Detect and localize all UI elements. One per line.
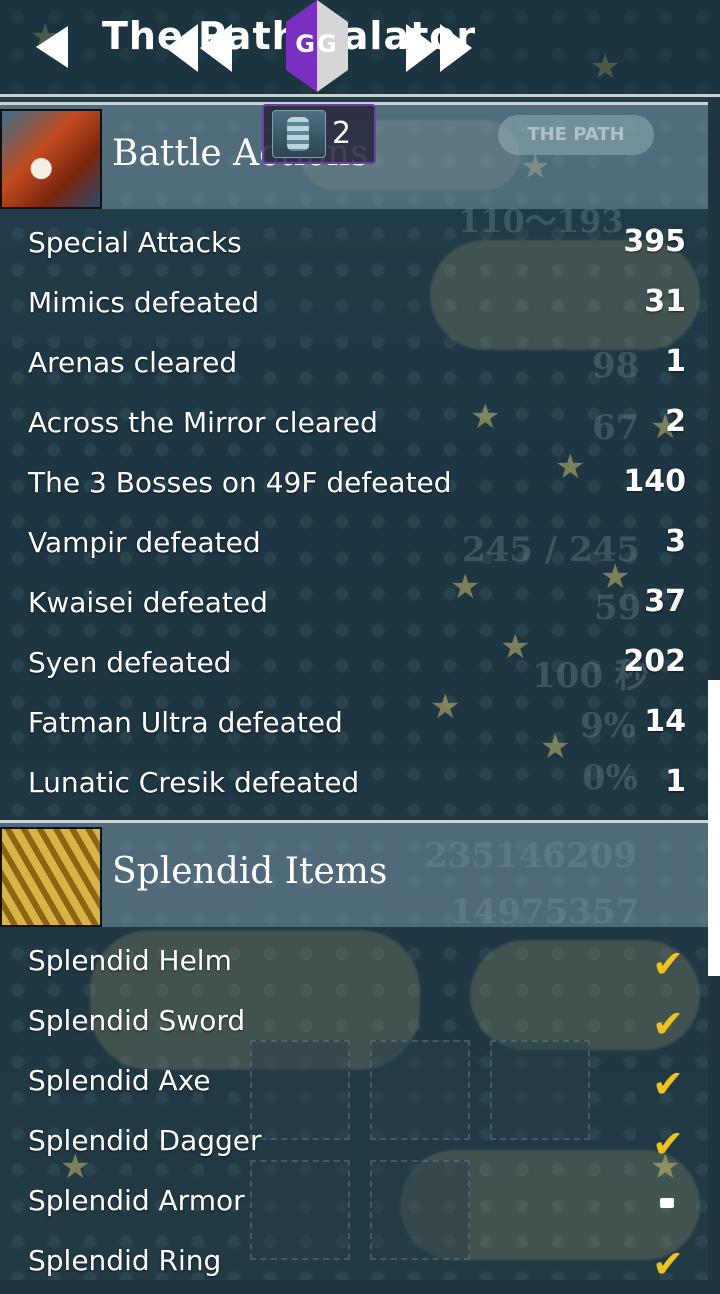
item-row: Splendid Axe ✔ bbox=[0, 1054, 708, 1114]
stat-label: Fatman Ultra defeated bbox=[28, 706, 343, 739]
stat-label: Syen defeated bbox=[28, 646, 232, 679]
item-label: Splendid Sword bbox=[28, 1004, 246, 1037]
stat-row: Across the Mirror cleared 2 bbox=[0, 396, 708, 456]
checkmark-icon: ✔ bbox=[652, 1242, 684, 1286]
stat-row: Lunatic Cresik defeated 1 bbox=[0, 756, 708, 816]
stat-label: Arenas cleared bbox=[28, 346, 238, 379]
stat-row: Fatman Ultra defeated 14 bbox=[0, 696, 708, 756]
item-label: Splendid Dagger bbox=[28, 1124, 262, 1157]
item-label: Splendid Armor bbox=[28, 1184, 245, 1217]
stat-value: 1 bbox=[665, 344, 686, 379]
stat-value: 140 bbox=[623, 464, 686, 499]
stat-row: Special Attacks 395 bbox=[0, 216, 708, 276]
stat-value: 1 bbox=[665, 764, 686, 799]
item-label: Splendid Ring bbox=[28, 1244, 222, 1277]
counter-value: 2 bbox=[332, 116, 352, 151]
stat-label: Special Attacks bbox=[28, 226, 242, 259]
overlay-counter[interactable]: 2 bbox=[262, 104, 376, 164]
double-right-arrow-icon bbox=[406, 24, 472, 72]
not-obtained-icon bbox=[660, 1198, 674, 1208]
checkmark-icon: ✔ bbox=[652, 1002, 684, 1046]
checkmark-icon: ✔ bbox=[652, 942, 684, 986]
stat-label: Lunatic Cresik defeated bbox=[28, 766, 360, 799]
battle-actions-icon bbox=[0, 109, 102, 209]
splendid-items-icon bbox=[0, 827, 102, 927]
the-path-badge: THE PATH bbox=[498, 115, 654, 155]
stat-value: 3 bbox=[665, 524, 686, 559]
stat-value: 14 bbox=[644, 704, 686, 739]
checkmark-icon: ✔ bbox=[652, 1122, 684, 1166]
item-row: Splendid Dagger ✔ bbox=[0, 1114, 708, 1174]
back-arrow-icon bbox=[36, 26, 68, 68]
stat-value: 2 bbox=[665, 404, 686, 439]
app-thumbnail-icon bbox=[272, 110, 326, 158]
section-header-splendid-items: Splendid Items bbox=[0, 820, 708, 927]
item-row: Splendid Armor bbox=[0, 1174, 708, 1234]
scrollbar-thumb[interactable] bbox=[708, 680, 720, 976]
stat-label: Across the Mirror cleared bbox=[28, 406, 378, 439]
stat-row: Mimics defeated 31 bbox=[0, 276, 708, 336]
section-title: Splendid Items bbox=[112, 851, 388, 892]
item-row: Splendid Ring ✔ bbox=[0, 1234, 708, 1294]
previous-button[interactable] bbox=[164, 22, 238, 74]
scrollbar[interactable] bbox=[708, 98, 720, 1280]
item-row: Splendid Sword ✔ bbox=[0, 994, 708, 1054]
stat-row: Vampir defeated 3 bbox=[0, 516, 708, 576]
checkmark-icon: ✔ bbox=[652, 1062, 684, 1106]
stat-row: Kwaisei defeated 37 bbox=[0, 576, 708, 636]
stat-label: Vampir defeated bbox=[28, 526, 261, 559]
next-button[interactable] bbox=[400, 22, 474, 74]
stat-row: Arenas cleared 1 bbox=[0, 336, 708, 396]
item-label: Splendid Axe bbox=[28, 1064, 211, 1097]
stat-row: The 3 Bosses on 49F defeated 140 bbox=[0, 456, 708, 516]
stat-value: 395 bbox=[623, 224, 686, 259]
double-left-arrow-icon bbox=[166, 24, 232, 72]
header-divider bbox=[0, 94, 720, 97]
stat-label: Kwaisei defeated bbox=[28, 586, 268, 619]
stat-label: Mimics defeated bbox=[28, 286, 260, 319]
stat-label: The 3 Bosses on 49F defeated bbox=[28, 466, 452, 499]
back-button[interactable] bbox=[28, 22, 78, 72]
stat-value: 37 bbox=[644, 584, 686, 619]
stat-value: 202 bbox=[623, 644, 686, 679]
gg-label: GG bbox=[295, 30, 339, 58]
stat-value: 31 bbox=[644, 284, 686, 319]
item-label: Splendid Helm bbox=[28, 944, 232, 977]
stat-row: Syen defeated 202 bbox=[0, 636, 708, 696]
item-row: Splendid Helm ✔ bbox=[0, 934, 708, 994]
gg-overlay-button[interactable]: GG bbox=[280, 0, 354, 92]
